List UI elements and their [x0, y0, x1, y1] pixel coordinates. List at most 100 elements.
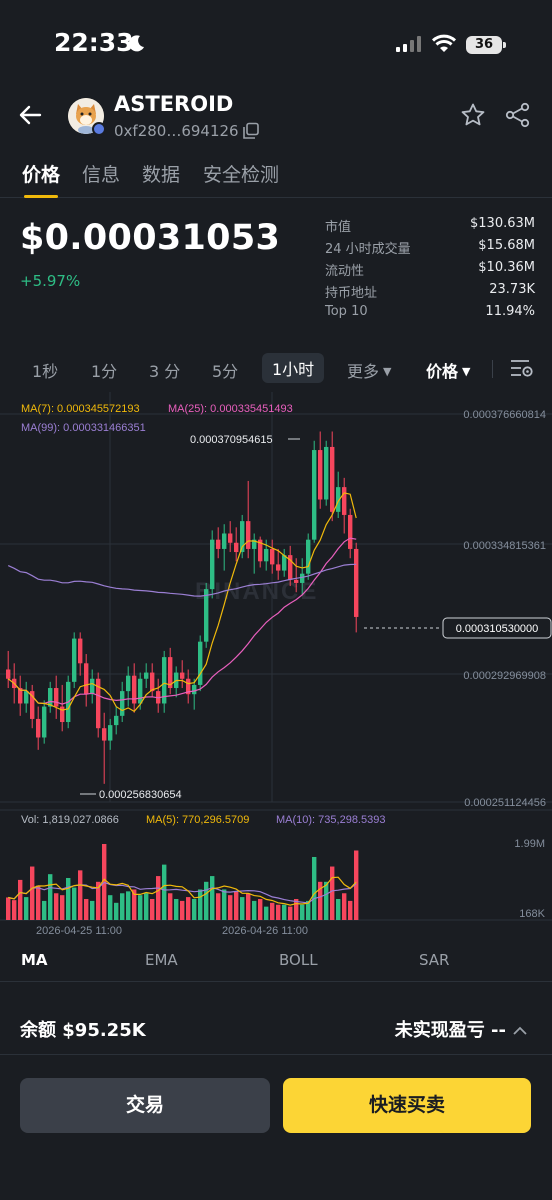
volume-bar	[222, 889, 227, 920]
copy-icon[interactable]	[242, 122, 260, 140]
caret-down-icon: ▼	[462, 365, 471, 378]
volume-bar	[228, 895, 233, 920]
interval-5m[interactable]: 5分	[212, 358, 238, 382]
volume-bar	[192, 898, 197, 920]
stat-label: Top 10	[325, 304, 368, 319]
indicator-ema[interactable]: EMA	[145, 951, 178, 969]
candle-body	[78, 638, 83, 664]
caret-down-icon: ▼	[383, 365, 392, 378]
interval-1h[interactable]: 1小时	[262, 353, 325, 383]
candle-body	[144, 672, 149, 679]
volume-bar	[12, 900, 17, 920]
stat-label: 市值	[325, 220, 352, 235]
more-intervals-dropdown[interactable]: 更多 ▼	[347, 358, 391, 382]
candle-body	[24, 691, 29, 704]
stat-row: 市值 $130.63M	[325, 216, 535, 238]
candle-body	[306, 539, 311, 574]
chain-badge-icon	[92, 122, 106, 136]
volume-bar	[324, 881, 329, 920]
candle-body	[348, 514, 353, 549]
candle-body	[42, 706, 47, 738]
volume-bar	[138, 895, 143, 920]
price-chart[interactable]: BINANCE MA(7): 0.000345572193 MA(25): 0.…	[0, 392, 552, 940]
candle-body	[6, 669, 11, 679]
candle-body	[180, 672, 185, 679]
y-axis-label: 0.000376660814	[463, 409, 546, 421]
star-icon[interactable]	[460, 102, 486, 128]
candle-body	[102, 728, 107, 741]
tab-price[interactable]: 价格	[22, 160, 60, 187]
candle-body	[48, 688, 53, 707]
volume-bar	[30, 866, 35, 920]
divider	[0, 1054, 552, 1055]
tab-security-check[interactable]: 安全检测	[203, 160, 279, 187]
volume-ma10-legend: MA(10): 735,298.5393	[276, 814, 385, 826]
low-annotation: 0.000256830654	[99, 789, 182, 801]
volume-bar	[342, 893, 347, 920]
interval-1s[interactable]: 1秒	[32, 358, 58, 382]
tab-info[interactable]: 信息	[82, 160, 120, 187]
indicator-sar[interactable]: SAR	[419, 951, 449, 969]
volume-bar	[216, 893, 221, 920]
ma25-legend: MA(25): 0.000335451493	[168, 403, 293, 415]
candle-body	[210, 539, 215, 590]
candle-body	[324, 446, 329, 500]
candle-body	[318, 450, 323, 500]
interval-3m[interactable]: 3 分	[149, 358, 180, 382]
volume-bar	[72, 887, 77, 920]
ma7-legend: MA(7): 0.000345572193	[21, 403, 140, 415]
candle-body	[108, 725, 113, 741]
indicator-ma[interactable]: MA	[21, 951, 48, 969]
balance: 余额 $95.25K	[20, 1020, 146, 1041]
candlestick-chart-svg[interactable]: BINANCE MA(7): 0.000345572193 MA(25): 0.…	[0, 392, 552, 940]
candle-body	[150, 672, 155, 692]
divider	[492, 360, 493, 378]
balance-row[interactable]: 余额 $95.25K 未实现盈亏 --	[0, 1010, 552, 1050]
price-type-dropdown[interactable]: 价格 ▼	[426, 358, 470, 382]
stat-label: 流动性	[325, 264, 365, 279]
ma99-legend: MA(99): 0.000331466351	[21, 422, 146, 434]
volume-bar	[276, 904, 281, 920]
y-axis-label: 0.000334815361	[463, 540, 546, 552]
volume-bar	[18, 879, 23, 920]
trade-button[interactable]: 交易	[20, 1078, 270, 1133]
candle-body	[276, 564, 281, 571]
battery-indicator: 36	[466, 36, 502, 54]
candle-body	[72, 638, 77, 682]
candle-body	[204, 589, 209, 642]
volume-axis-label: 1.99M	[514, 838, 545, 850]
candle-body	[222, 533, 227, 549]
stat-row: 24 小时成交量 $15.68M	[325, 238, 535, 260]
volume-bar	[348, 900, 353, 920]
volume-bar	[90, 900, 95, 920]
volume-bar	[258, 898, 263, 920]
volume-bar	[6, 897, 11, 920]
chart-grid	[0, 392, 552, 921]
indicator-boll[interactable]: BOLL	[279, 951, 318, 969]
back-arrow-icon[interactable]	[18, 102, 44, 128]
volume-bar	[162, 864, 167, 920]
price-type-label: 价格	[426, 362, 459, 381]
current-price-label: 0.000310530000	[456, 623, 539, 635]
candle-body	[342, 487, 347, 515]
y-axis-label: 0.000251124456	[464, 797, 546, 809]
indicator-tabs: MA EMA BOLL SAR	[0, 940, 552, 982]
share-icon[interactable]	[505, 102, 531, 128]
price-change: +5.97%	[20, 272, 81, 290]
interval-1m[interactable]: 1分	[91, 358, 117, 382]
y-axis-label: 0.000292969908	[463, 670, 546, 682]
tab-data[interactable]: 数据	[142, 160, 180, 187]
volume-bar	[270, 902, 275, 920]
quick-trade-button[interactable]: 快速买卖	[283, 1078, 531, 1133]
moon-icon	[128, 35, 144, 52]
chart-settings-icon[interactable]	[510, 357, 534, 379]
stat-value: $10.36M	[478, 260, 535, 275]
candle-body	[54, 688, 59, 707]
signal-icon	[396, 36, 421, 52]
candle-body	[126, 675, 131, 692]
volume-bar	[186, 897, 191, 920]
chevron-up-icon[interactable]	[512, 1026, 528, 1036]
active-tab-indicator	[24, 195, 58, 198]
interval-selector: 1秒 1分 3 分 5分 1小时 更多 ▼ 价格 ▼	[0, 350, 552, 388]
token-name: ASTEROID	[114, 92, 234, 116]
